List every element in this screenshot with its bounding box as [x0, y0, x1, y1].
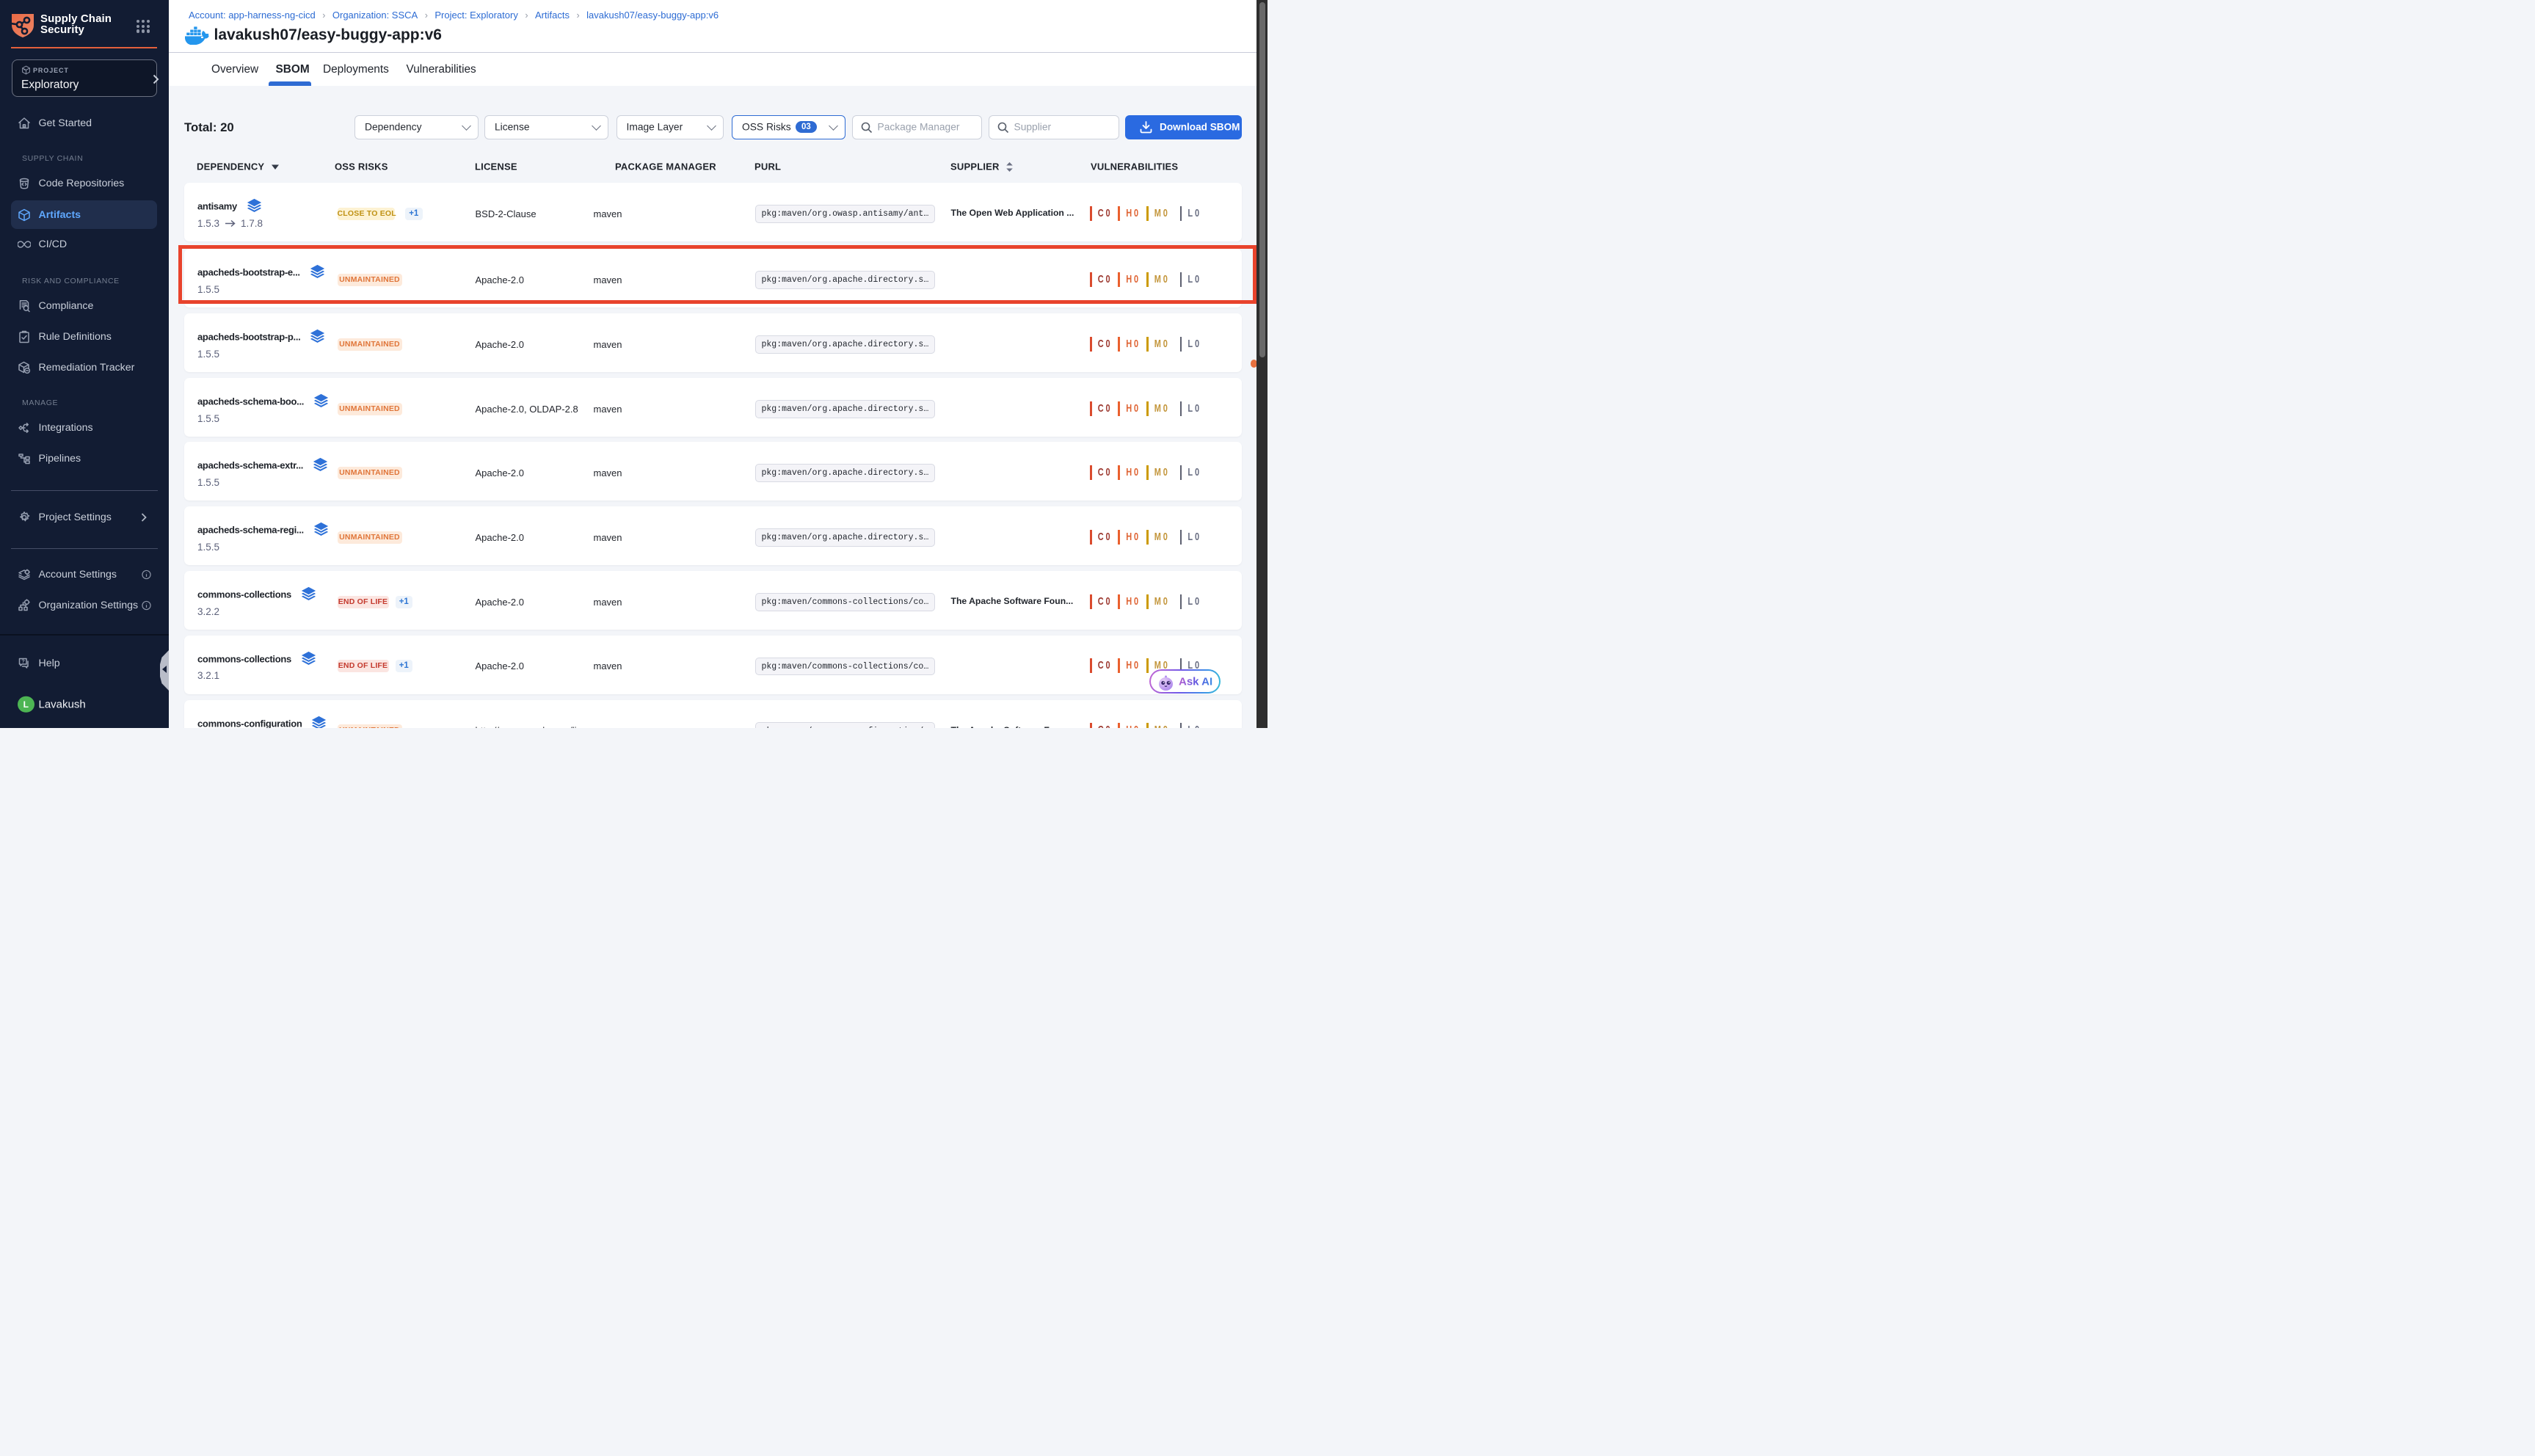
svg-text:?: ?	[21, 658, 25, 664]
